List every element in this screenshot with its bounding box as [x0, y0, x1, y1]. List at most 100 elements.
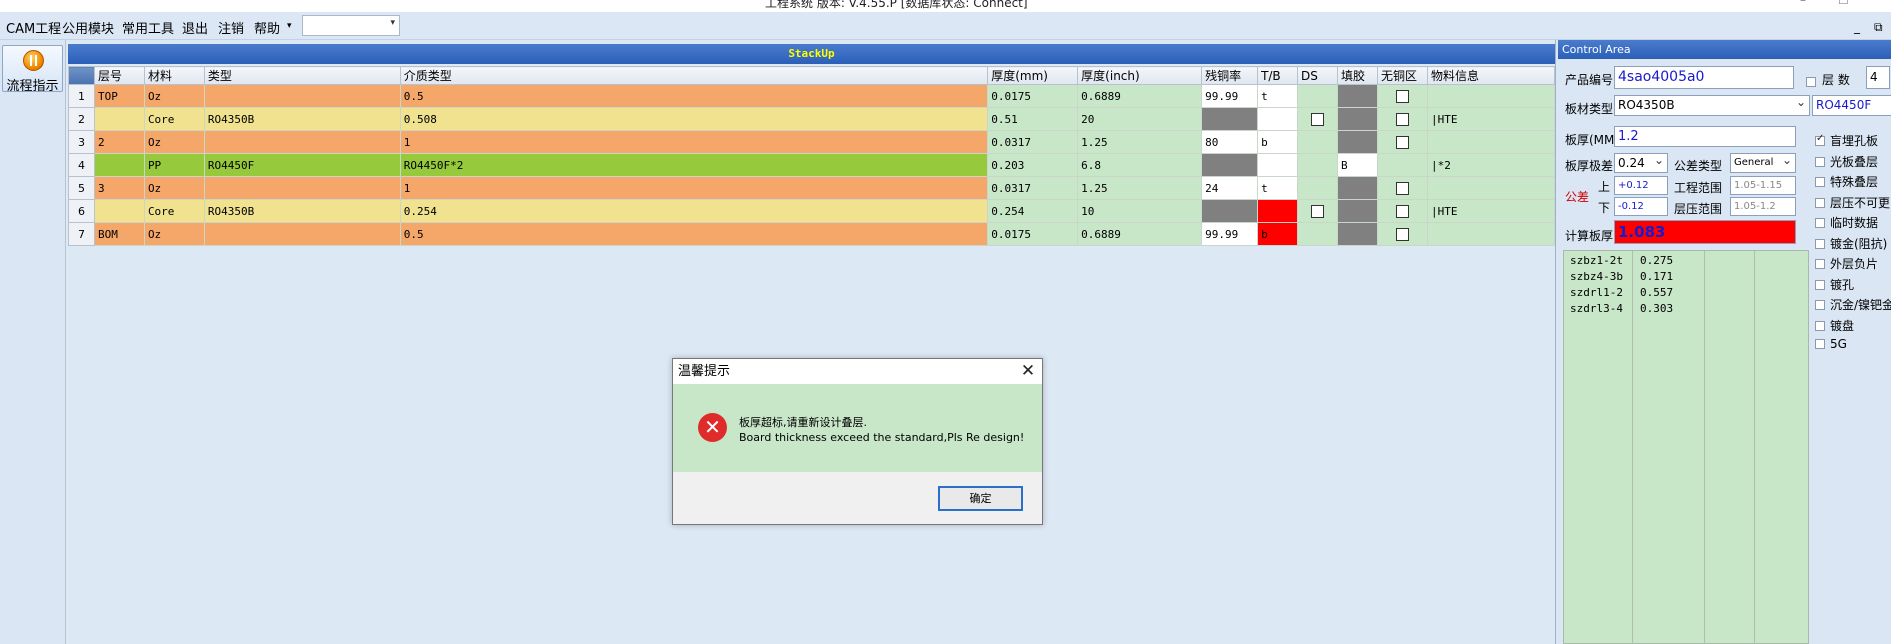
- cell-nocu[interactable]: [1376, 199, 1428, 223]
- table-row[interactable]: 5 3 Oz 1 0.0317 1.25 24 t: [68, 176, 1556, 200]
- product-input[interactable]: 4sao4005a0: [1614, 66, 1794, 89]
- no-copper-checkbox[interactable]: [1395, 181, 1409, 195]
- row-number[interactable]: 7: [68, 222, 95, 246]
- option-checkbox-row[interactable]: 临时数据: [1815, 214, 1878, 231]
- cell-inch[interactable]: 0.6889: [1077, 222, 1203, 246]
- option-checkbox-row[interactable]: 外层负片: [1815, 255, 1878, 272]
- cell-type[interactable]: RO4350B: [203, 199, 401, 223]
- close-icon[interactable]: ✕: [1018, 361, 1038, 381]
- column-header[interactable]: 类型: [203, 66, 401, 85]
- cell-med[interactable]: 0.5: [399, 84, 989, 108]
- option-checkbox-row[interactable]: 5G: [1815, 337, 1847, 351]
- board-type-select-2[interactable]: RO4450F: [1812, 95, 1891, 116]
- cell-inch[interactable]: 1.25: [1077, 130, 1203, 154]
- cell-ds[interactable]: [1297, 176, 1338, 200]
- cell-mm[interactable]: 0.0317: [987, 176, 1079, 200]
- cell-info[interactable]: [1426, 130, 1556, 154]
- cell-med[interactable]: RO4450F*2: [399, 153, 989, 177]
- menu-common-modules[interactable]: 公用模块: [62, 18, 114, 37]
- no-copper-checkbox[interactable]: [1395, 135, 1409, 149]
- cell-med[interactable]: 0.5: [399, 222, 989, 246]
- chevron-down-icon[interactable]: ▾: [287, 21, 292, 31]
- cell-mat[interactable]: Core: [143, 107, 205, 131]
- cell-tb[interactable]: b: [1257, 222, 1299, 246]
- table-row[interactable]: 4 PP RO4450F RO4450F*2 0.203 6.8 B |*2: [68, 153, 1556, 177]
- cell-nocu[interactable]: [1376, 84, 1428, 108]
- menu-logout[interactable]: 注销: [218, 18, 244, 37]
- cell-ds[interactable]: [1297, 130, 1338, 154]
- option-checkbox-row[interactable]: 镀金(阻抗): [1815, 235, 1887, 252]
- cell-med[interactable]: 1: [399, 130, 989, 154]
- menu-combo[interactable]: ▾: [302, 15, 400, 36]
- column-header[interactable]: 残铜率: [1201, 66, 1259, 85]
- column-header[interactable]: DS: [1297, 66, 1338, 85]
- cell-tb[interactable]: t: [1257, 176, 1299, 200]
- tolerance-select[interactable]: 0.24: [1614, 153, 1668, 173]
- cell-cu[interactable]: 99.99: [1201, 84, 1259, 108]
- ds-checkbox[interactable]: [1311, 204, 1325, 218]
- option-checkbox-row[interactable]: 特殊叠层: [1815, 173, 1878, 190]
- tolerance-type-select[interactable]: General: [1730, 153, 1796, 173]
- cell-info[interactable]: [1426, 176, 1556, 200]
- cell-ds[interactable]: [1297, 222, 1338, 246]
- ds-checkbox[interactable]: [1311, 112, 1325, 126]
- column-header[interactable]: 材料: [143, 66, 205, 85]
- cell-inch[interactable]: 1.25: [1077, 176, 1203, 200]
- cell-fill[interactable]: B: [1337, 153, 1378, 177]
- cell-tb[interactable]: [1257, 107, 1299, 131]
- cell-cu[interactable]: 24: [1201, 176, 1259, 200]
- table-row[interactable]: 3 2 Oz 1 0.0317 1.25 80 b: [68, 130, 1556, 154]
- cell-layer[interactable]: BOM: [93, 222, 145, 246]
- cell-fill[interactable]: [1337, 84, 1378, 108]
- cell-inch[interactable]: 20: [1077, 107, 1203, 131]
- cell-layer[interactable]: 2: [93, 130, 145, 154]
- cell-cu[interactable]: 80: [1201, 130, 1259, 154]
- column-header[interactable]: 厚度(inch): [1077, 66, 1203, 85]
- cell-ds[interactable]: [1297, 84, 1338, 108]
- cell-fill[interactable]: [1337, 199, 1378, 223]
- cell-mm[interactable]: 0.51: [987, 107, 1079, 131]
- option-checkbox[interactable]: [1815, 279, 1825, 290]
- cell-tb[interactable]: t: [1257, 84, 1299, 108]
- cell-mat[interactable]: Oz: [143, 84, 205, 108]
- column-header[interactable]: T/B: [1257, 66, 1299, 85]
- cell-info[interactable]: [1426, 222, 1556, 246]
- column-header[interactable]: 介质类型: [399, 66, 989, 85]
- cell-inch[interactable]: 6.8: [1077, 153, 1203, 177]
- lower-tolerance-input[interactable]: -0.12: [1614, 197, 1668, 216]
- cell-nocu[interactable]: [1376, 176, 1428, 200]
- cell-mm[interactable]: 0.203: [987, 153, 1079, 177]
- layers-input[interactable]: 4: [1866, 66, 1890, 89]
- table-row[interactable]: 6 Core RO4350B 0.254 0.254 10 |HTE: [68, 199, 1556, 223]
- cell-mat[interactable]: Oz: [143, 176, 205, 200]
- cell-layer[interactable]: [93, 199, 145, 223]
- option-checkbox-row[interactable]: 光板叠层: [1815, 153, 1878, 170]
- column-header[interactable]: 填胶: [1337, 66, 1378, 85]
- cell-type[interactable]: [203, 176, 401, 200]
- cell-mm[interactable]: 0.254: [987, 199, 1079, 223]
- cell-nocu[interactable]: [1376, 222, 1428, 246]
- option-checkbox-row[interactable]: 镀盘: [1815, 317, 1854, 334]
- option-checkbox[interactable]: [1815, 156, 1825, 167]
- cell-ds[interactable]: [1297, 199, 1338, 223]
- list-item[interactable]: szdrl1-2 0.557: [1564, 285, 1808, 301]
- cell-fill[interactable]: [1337, 222, 1378, 246]
- option-checkbox[interactable]: [1815, 177, 1825, 187]
- flow-indicator-button[interactable]: 流程指示: [2, 45, 63, 94]
- cell-cu[interactable]: [1201, 153, 1259, 177]
- cell-inch[interactable]: 0.6889: [1077, 84, 1203, 108]
- upper-tolerance-input[interactable]: +0.12: [1614, 176, 1668, 195]
- option-checkbox[interactable]: [1815, 197, 1825, 208]
- cell-type[interactable]: [203, 130, 401, 154]
- cell-info[interactable]: |HTE: [1426, 107, 1556, 131]
- row-number[interactable]: 5: [68, 176, 95, 200]
- menu-exit[interactable]: 退出: [182, 18, 208, 37]
- cell-type[interactable]: RO4350B: [203, 107, 401, 131]
- column-header[interactable]: 层号: [93, 66, 145, 85]
- cell-mat[interactable]: Core: [143, 199, 205, 223]
- layers-checkbox[interactable]: [1806, 76, 1816, 87]
- no-copper-checkbox[interactable]: [1395, 89, 1409, 103]
- mdi-minimize-icon[interactable]: _: [1854, 20, 1860, 34]
- column-header[interactable]: 无铜区: [1376, 66, 1428, 85]
- cell-cu[interactable]: [1201, 199, 1259, 223]
